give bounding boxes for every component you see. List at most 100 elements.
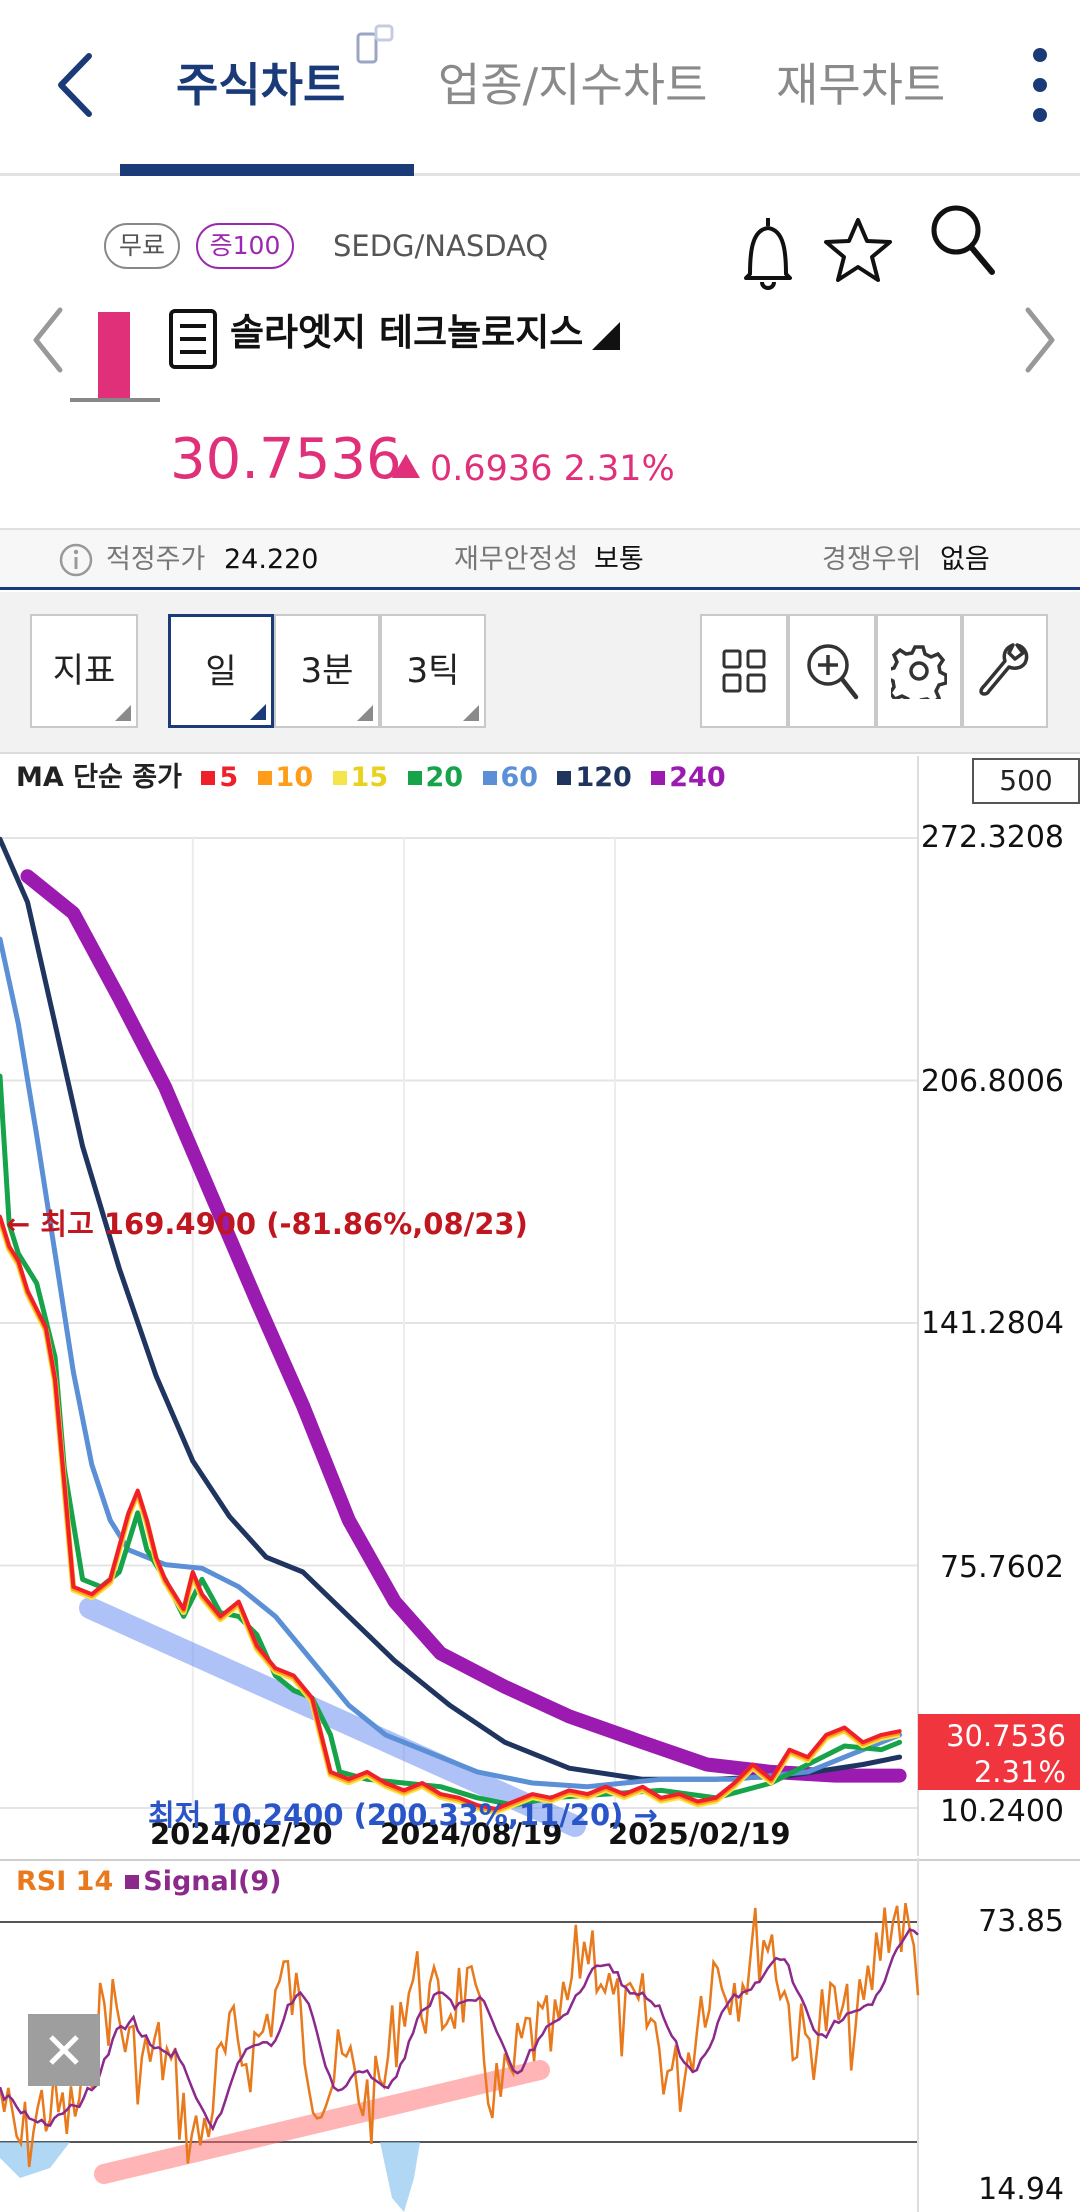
- ma-legend-item-60: 60: [482, 762, 539, 793]
- last-price-value: 30.7536: [946, 1719, 1066, 1753]
- zoom-in-button[interactable]: [788, 614, 876, 728]
- more-menu-button[interactable]: [1020, 40, 1060, 130]
- ma-5-line: [0, 1214, 902, 1811]
- y-tick-label: 206.8006: [920, 1064, 1064, 1099]
- ticker-symbol: SEDG/NASDAQ: [333, 229, 549, 263]
- ma-legend-label: MA 단순 종가: [16, 762, 182, 793]
- zoom-in-icon: [807, 644, 859, 700]
- period-day-label: 일: [205, 652, 237, 692]
- y-tick-label: 75.7602: [939, 1550, 1064, 1585]
- competitive-advantage-value: 없음: [940, 544, 990, 575]
- close-panel-button[interactable]: [28, 2014, 100, 2086]
- document-icon[interactable]: [168, 308, 218, 370]
- color-swatch: [482, 771, 497, 785]
- color-swatch: [201, 771, 216, 785]
- stability-value: 보통: [594, 544, 644, 575]
- y-tick-label: 10.2400: [939, 1794, 1064, 1829]
- ma-240-label: 240: [669, 762, 726, 793]
- back-button[interactable]: [40, 40, 110, 130]
- tools-button[interactable]: [962, 614, 1048, 728]
- price-change: 0.6936 2.31%: [392, 444, 675, 494]
- tab-financial-chart[interactable]: 재무차트: [776, 50, 945, 120]
- ma-legend-item-5: 5: [201, 762, 238, 793]
- ma-10-label: 10: [275, 762, 314, 793]
- competitive-advantage-label: 경쟁우위: [822, 544, 922, 575]
- dropdown-corner-icon: [115, 705, 131, 721]
- tab-sector-index-chart[interactable]: 업종/지수차트: [438, 50, 707, 120]
- ma-20-label: 20: [425, 762, 464, 793]
- ma-15-label: 15: [350, 762, 389, 793]
- color-swatch: [557, 771, 572, 785]
- color-swatch: [257, 771, 272, 785]
- free-badge: 무료: [104, 223, 180, 269]
- y-tick-label: 272.3208: [920, 820, 1064, 855]
- change-percent: 2.31%: [563, 449, 675, 489]
- ma-120-label: 120: [575, 762, 632, 793]
- next-stock-arrow-icon[interactable]: [1014, 300, 1064, 380]
- high-price-annotation: ← 최고 169.4900 (-81.86%,08/23): [6, 1207, 528, 1241]
- ma-legend-item-240: 240: [651, 762, 726, 793]
- current-price: 30.7536: [170, 427, 402, 492]
- valuation-metrics-bar: 적정주가 24.220 재무안정성 보통 경쟁우위 없음: [0, 528, 1080, 590]
- change-amount: 0.6936: [430, 449, 553, 489]
- bell-icon[interactable]: [738, 212, 798, 294]
- last-price-change: 2.31%: [973, 1755, 1066, 1789]
- rsi-y-tick-label: 73.85: [978, 1904, 1064, 1939]
- period-3min-button[interactable]: 3분: [274, 614, 380, 728]
- ma-20-line: [0, 1073, 903, 1808]
- stability-label: 재무안정성: [454, 544, 579, 575]
- up-triangle-icon: [392, 454, 420, 478]
- dropdown-corner-icon: [463, 705, 479, 721]
- rsi-label: RSI 14: [16, 1866, 114, 1897]
- color-swatch: [332, 771, 347, 785]
- last-price-tag: 30.7536 2.31%: [918, 1714, 1080, 1790]
- gear-icon: [891, 645, 947, 699]
- rotate-screen-icon[interactable]: [356, 24, 396, 64]
- indicator-button[interactable]: 지표: [30, 614, 138, 728]
- ma-5-label: 5: [219, 762, 239, 793]
- settings-button[interactable]: [876, 614, 962, 728]
- ma-legend: MA 단순 종가 5 10 15 20 60 120 240: [16, 758, 726, 798]
- ma-60-label: 60: [500, 762, 539, 793]
- caret-down-right-icon[interactable]: [590, 320, 622, 352]
- close-icon: [49, 2035, 79, 2065]
- y-tick-label: 141.2804: [920, 1306, 1064, 1341]
- dropdown-corner-icon: [250, 704, 266, 720]
- dropdown-corner-icon: [357, 705, 373, 721]
- period-3tick-button[interactable]: 3틱: [380, 614, 486, 728]
- dot-icon: [1033, 108, 1047, 122]
- ma-legend-item-20: 20: [407, 762, 464, 793]
- color-swatch: [651, 771, 666, 785]
- fair-price-value: 24.220: [224, 544, 319, 575]
- top-tab-bar: 주식차트 업종/지수차트 재무차트: [0, 0, 1080, 176]
- active-tab-indicator: [120, 164, 414, 176]
- trendline-layer: [79, 1597, 586, 1837]
- period-day-button[interactable]: 일: [168, 614, 274, 728]
- dot-icon: [1033, 78, 1047, 92]
- search-icon[interactable]: [928, 202, 998, 278]
- chart-toolbar: 지표 일 3분 3틱: [0, 592, 1080, 754]
- dot-icon: [1033, 48, 1047, 62]
- rsi-line: [0, 1902, 920, 2168]
- info-icon[interactable]: [58, 542, 94, 578]
- tab-stock-chart[interactable]: 주식차트: [176, 50, 345, 120]
- rsi-y-tick-label: 14.94: [978, 2172, 1064, 2207]
- downtrend-highlight: [79, 1597, 586, 1837]
- stock-name[interactable]: 솔라엣지 테크놀로지스: [230, 306, 583, 360]
- visible-count-input[interactable]: 500: [972, 758, 1080, 804]
- period-3tick-label: 3틱: [406, 651, 460, 691]
- signal-label: Signal(9): [143, 1866, 282, 1897]
- prev-stock-arrow-icon[interactable]: [24, 300, 74, 380]
- ma-series-layer: [0, 836, 907, 1815]
- rsi-legend: RSI 14 Signal(9): [16, 1862, 281, 1902]
- layout-grid-button[interactable]: [700, 614, 788, 728]
- fair-price-label: 적정주가: [106, 544, 206, 575]
- grid-icon: [722, 649, 766, 693]
- color-swatch: [125, 1875, 140, 1889]
- period-3min-label: 3분: [300, 651, 354, 691]
- ma-legend-item-10: 10: [257, 762, 314, 793]
- ma-legend-item-120: 120: [557, 762, 632, 793]
- chevron-left-icon: [58, 53, 92, 117]
- star-icon[interactable]: [822, 214, 894, 286]
- margin-badge: 증100: [196, 223, 294, 269]
